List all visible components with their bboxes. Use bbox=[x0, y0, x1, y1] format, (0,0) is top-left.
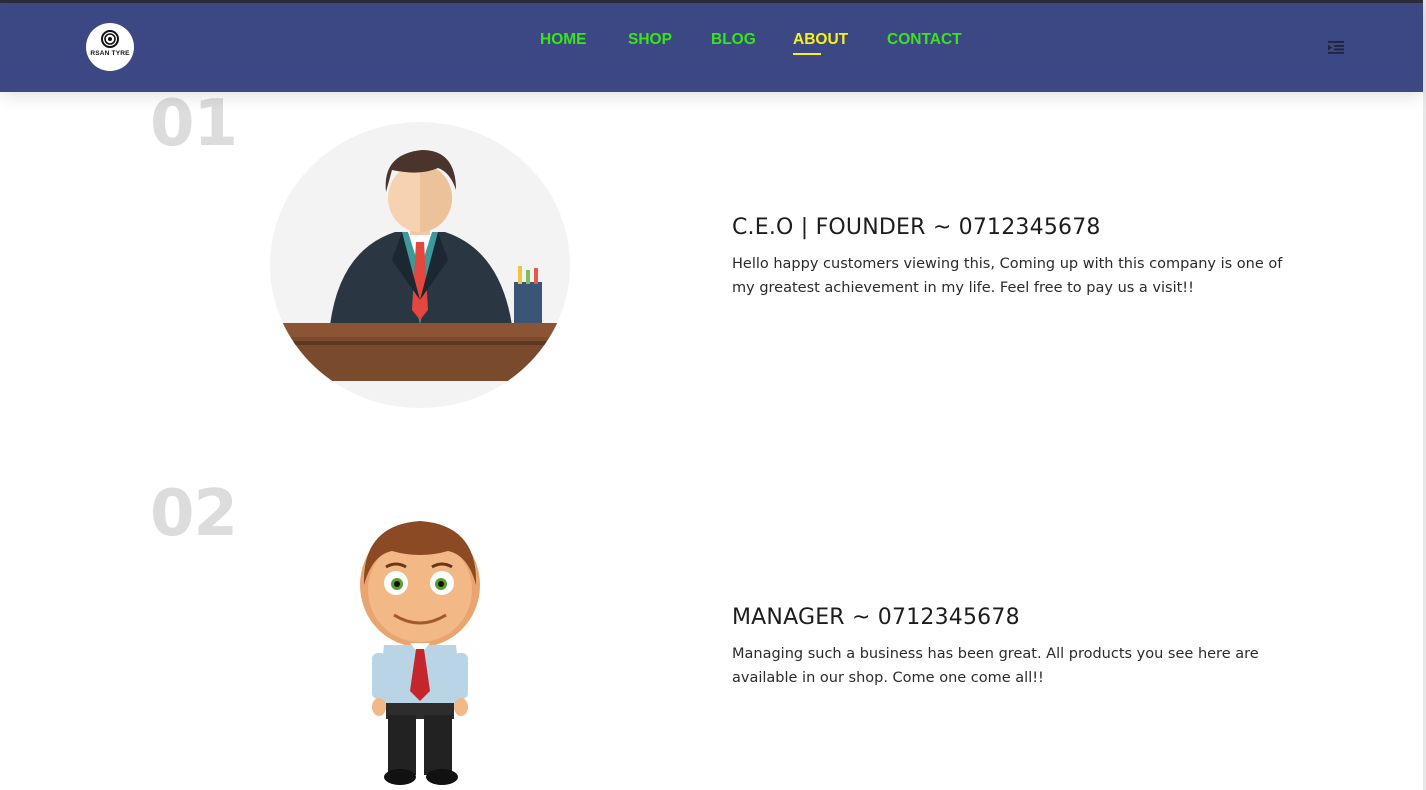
spiral-icon bbox=[101, 30, 119, 48]
ceo-at-desk-illustration bbox=[270, 122, 570, 408]
nav-about[interactable]: ABOUT bbox=[793, 31, 849, 55]
active-underline bbox=[793, 53, 821, 55]
logo-text: RSAN TYRE bbox=[90, 50, 130, 57]
indent-menu-icon[interactable] bbox=[1327, 39, 1345, 55]
member-description: Managing such a business has been great.… bbox=[732, 646, 1259, 686]
nav-shop[interactable]: SHOP bbox=[628, 31, 672, 51]
brand-logo[interactable]: RSAN TYRE bbox=[86, 23, 134, 71]
member-title: C.E.O | FOUNDER ~ 0712345678 bbox=[732, 215, 1101, 240]
navbar: RSAN TYRE HOME SHOP BLOG ABOUT CONTACT bbox=[0, 3, 1423, 92]
member-title: MANAGER ~ 0712345678 bbox=[732, 605, 1020, 630]
member-number: 02 bbox=[150, 477, 238, 551]
member-number: 01 bbox=[150, 87, 238, 161]
nav-blog[interactable]: BLOG bbox=[711, 31, 756, 51]
nav-about-label: ABOUT bbox=[793, 31, 849, 48]
manager-cartoon-illustration bbox=[360, 521, 480, 785]
nav-home[interactable]: HOME bbox=[540, 31, 587, 51]
member-description: Hello happy customers viewing this, Comi… bbox=[732, 256, 1283, 296]
nav-contact[interactable]: CONTACT bbox=[887, 31, 962, 51]
